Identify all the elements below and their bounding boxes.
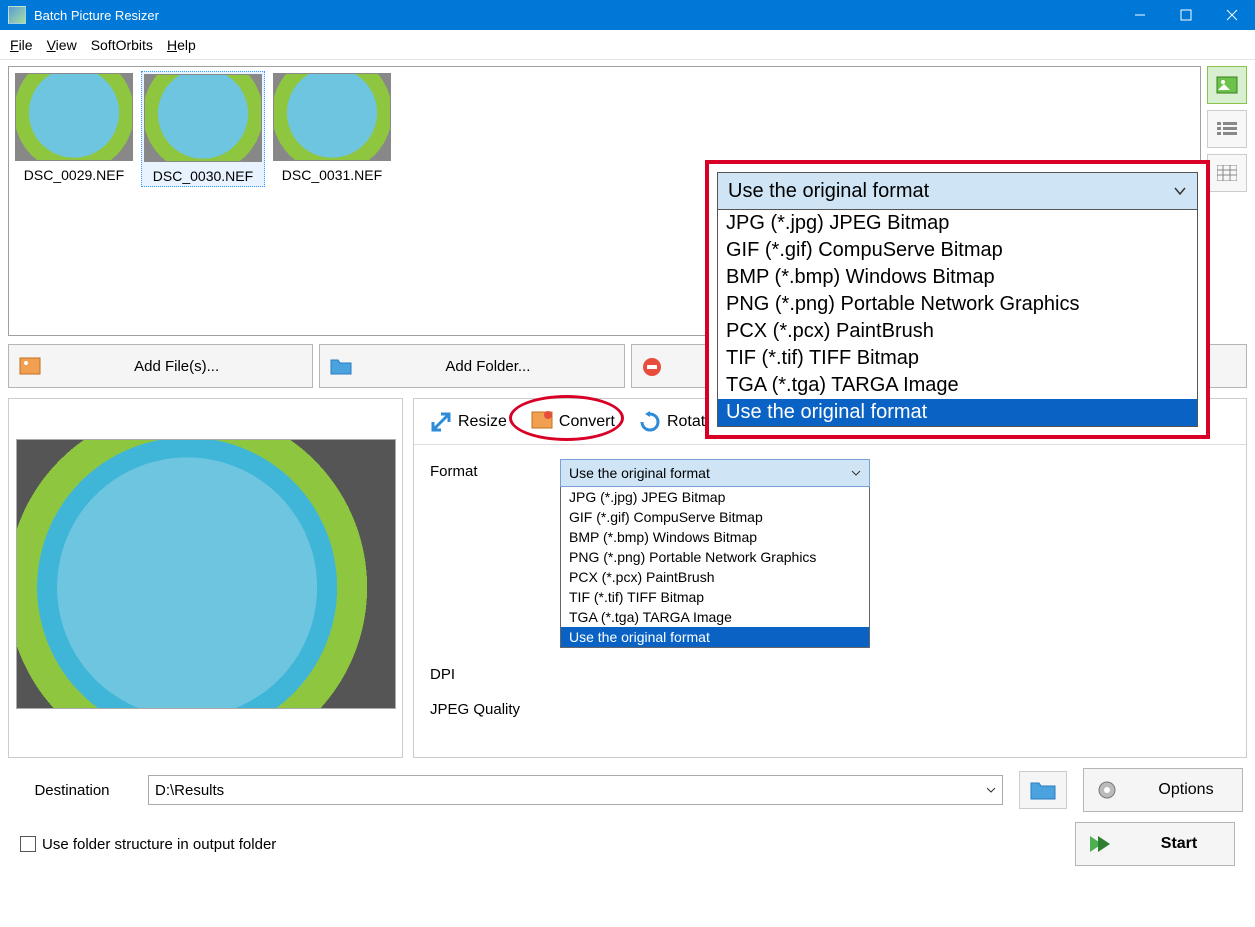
- settings-panel: Resize Convert Rotate Format Use the ori…: [413, 398, 1247, 758]
- menu-view[interactable]: View: [47, 37, 77, 53]
- add-folder-button[interactable]: Add Folder...: [319, 344, 624, 388]
- menu-file[interactable]: File: [10, 37, 33, 53]
- annotation-overlay: Use the original format JPG (*.jpg) JPEG…: [705, 160, 1210, 439]
- view-grid-button[interactable]: [1207, 154, 1247, 192]
- resize-icon: [430, 411, 452, 433]
- overlay-option[interactable]: BMP (*.bmp) Windows Bitmap: [718, 264, 1197, 291]
- jpeg-quality-label: JPEG Quality: [430, 697, 560, 718]
- folder-structure-checkbox[interactable]: [20, 836, 36, 852]
- format-option[interactable]: PNG (*.png) Portable Network Graphics: [561, 547, 869, 567]
- maximize-button[interactable]: [1163, 0, 1209, 30]
- overlay-option[interactable]: PCX (*.pcx) PaintBrush: [718, 318, 1197, 345]
- remove-icon: [642, 357, 664, 375]
- format-option[interactable]: TGA (*.tga) TARGA Image: [561, 607, 869, 627]
- thumbnail-item[interactable]: DSC_0030.NEF: [141, 71, 265, 187]
- preview-image: [16, 439, 396, 709]
- thumbnail-item[interactable]: DSC_0031.NEF: [271, 71, 393, 185]
- side-toolbar: [1207, 66, 1247, 336]
- overlay-option[interactable]: GIF (*.gif) CompuServe Bitmap: [718, 237, 1197, 264]
- checkbox-label: Use folder structure in output folder: [42, 836, 276, 853]
- format-select[interactable]: Use the original format: [560, 459, 870, 487]
- format-dropdown-list[interactable]: JPG (*.jpg) JPEG Bitmap GIF (*.gif) Comp…: [560, 487, 870, 648]
- thumbnail-item[interactable]: DSC_0029.NEF: [13, 71, 135, 185]
- picture-add-icon: [19, 357, 41, 375]
- folder-icon: [330, 357, 352, 375]
- overlay-format-select[interactable]: Use the original format: [717, 172, 1198, 210]
- format-option[interactable]: BMP (*.bmp) Windows Bitmap: [561, 527, 869, 547]
- overlay-select-value: Use the original format: [728, 180, 929, 203]
- destination-field[interactable]: D:\Results: [148, 775, 1003, 805]
- add-files-button[interactable]: Add File(s)...: [8, 344, 313, 388]
- gear-icon: [1096, 779, 1118, 801]
- menu-help[interactable]: Help: [167, 37, 196, 53]
- button-label: Options: [1130, 781, 1242, 799]
- thumbnail-image: [144, 74, 262, 162]
- thumbnail-caption: DSC_0029.NEF: [15, 167, 133, 183]
- format-select-value: Use the original format: [569, 465, 710, 481]
- options-button[interactable]: Options: [1083, 768, 1243, 812]
- overlay-option[interactable]: TGA (*.tga) TARGA Image: [718, 372, 1197, 399]
- menu-softorbits[interactable]: SoftOrbits: [91, 37, 153, 53]
- window-title: Batch Picture Resizer: [34, 8, 159, 23]
- button-label: Add File(s)...: [51, 358, 302, 375]
- tab-label: Convert: [559, 413, 615, 431]
- overlay-option[interactable]: Use the original format: [718, 399, 1197, 426]
- format-option[interactable]: TIF (*.tif) TIFF Bitmap: [561, 587, 869, 607]
- format-option[interactable]: JPG (*.jpg) JPEG Bitmap: [561, 487, 869, 507]
- picture-icon: [531, 411, 553, 433]
- overlay-option[interactable]: JPG (*.jpg) JPEG Bitmap: [718, 210, 1197, 237]
- format-option[interactable]: GIF (*.gif) CompuServe Bitmap: [561, 507, 869, 527]
- browse-button[interactable]: [1019, 771, 1067, 809]
- close-button[interactable]: [1209, 0, 1255, 30]
- thumbnail-caption: DSC_0031.NEF: [273, 167, 391, 183]
- dpi-label: DPI: [430, 662, 560, 683]
- chevron-down-icon[interactable]: [986, 785, 996, 795]
- format-label: Format: [430, 459, 560, 480]
- button-label: Add Folder...: [362, 358, 613, 375]
- button-label: Start: [1124, 835, 1234, 853]
- titlebar: Batch Picture Resizer: [0, 0, 1255, 30]
- destination-value: D:\Results: [155, 782, 224, 799]
- chevron-down-icon: [851, 468, 861, 478]
- destination-label: Destination: [12, 782, 132, 799]
- view-thumbnails-button[interactable]: [1207, 66, 1247, 104]
- play-icon: [1088, 834, 1112, 854]
- app-icon: [8, 6, 26, 24]
- thumbnail-image: [273, 73, 391, 161]
- thumbnail-caption: DSC_0030.NEF: [144, 168, 262, 184]
- format-option[interactable]: PCX (*.pcx) PaintBrush: [561, 567, 869, 587]
- view-list-button[interactable]: [1207, 110, 1247, 148]
- tab-convert[interactable]: Convert: [519, 399, 627, 444]
- overlay-dropdown-list[interactable]: JPG (*.jpg) JPEG Bitmap GIF (*.gif) Comp…: [717, 210, 1198, 427]
- rotate-icon: [639, 411, 661, 433]
- minimize-button[interactable]: [1117, 0, 1163, 30]
- tab-resize[interactable]: Resize: [418, 399, 519, 444]
- thumbnail-image: [15, 73, 133, 161]
- tab-label: Resize: [458, 413, 507, 431]
- format-option[interactable]: Use the original format: [561, 627, 869, 647]
- preview-pane: [8, 398, 403, 758]
- overlay-option[interactable]: TIF (*.tif) TIFF Bitmap: [718, 345, 1197, 372]
- start-button[interactable]: Start: [1075, 822, 1235, 866]
- chevron-down-icon: [1173, 184, 1187, 198]
- overlay-option[interactable]: PNG (*.png) Portable Network Graphics: [718, 291, 1197, 318]
- menubar: File View SoftOrbits Help: [0, 30, 1255, 60]
